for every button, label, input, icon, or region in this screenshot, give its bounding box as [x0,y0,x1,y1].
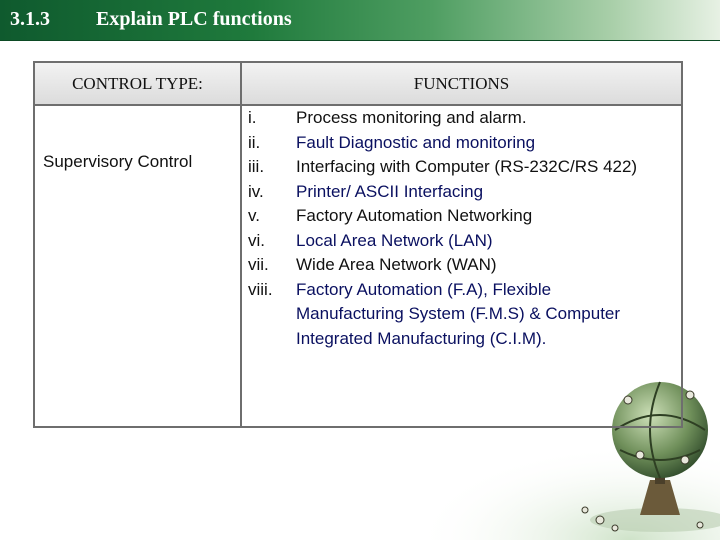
plc-functions-table: CONTROL TYPE: FUNCTIONS Supervisory Cont… [33,61,683,428]
item-text: Printer/ ASCII Interfacing [296,181,484,201]
item-number: viii. [248,279,273,299]
item-text: Local Area Network (LAN) [296,230,493,250]
list-item: vi. Local Area Network (LAN) [242,229,681,254]
item-text: Wide Area Network (WAN) [296,255,497,274]
list-item: viii. Factory Automation (F.A), Flexible … [242,278,681,352]
list-item: iv. Printer/ ASCII Interfacing [242,180,681,205]
item-number: iv. [248,181,264,201]
control-type-label: Supervisory Control [43,152,193,171]
title-bar: 3.1.3 Explain PLC functions [0,0,720,41]
list-item: i. Process monitoring and alarm. [242,106,681,131]
item-number: vii. [248,255,269,274]
list-item: ii. Fault Diagnostic and monitoring [242,131,681,156]
column-header-control-type: CONTROL TYPE: [33,61,242,106]
item-text: Interfacing with Computer (RS-232C/RS 42… [296,157,638,176]
item-text: Factory Automation Networking [296,206,533,225]
functions-cell: i. Process monitoring and alarm. ii. Fault… [240,104,683,428]
item-number: v. [248,206,260,225]
slide-title: Explain PLC functions [96,8,292,30]
section-number: 3.1.3 [10,8,50,30]
list-item: v. Factory Automation Networking [242,204,681,229]
item-number: iii. [248,157,265,176]
column-header-functions: FUNCTIONS [240,61,683,106]
item-number: i. [248,108,257,127]
list-item: vii. Wide Area Network (WAN) [242,253,681,278]
table-row: Supervisory Control i. Process monitoring… [33,104,683,428]
item-text: Factory Automation (F.A), Flexible Manuf… [296,279,621,348]
item-text: Fault Diagnostic and monitoring [296,132,536,152]
list-item: iii. Interfacing with Computer (RS-232C/R… [242,155,681,180]
table-header-row: CONTROL TYPE: FUNCTIONS [33,61,683,106]
item-text: Process monitoring and alarm. [296,108,527,127]
control-type-cell: Supervisory Control [33,104,242,428]
item-number: ii. [248,132,261,152]
item-number: vi. [248,230,265,250]
